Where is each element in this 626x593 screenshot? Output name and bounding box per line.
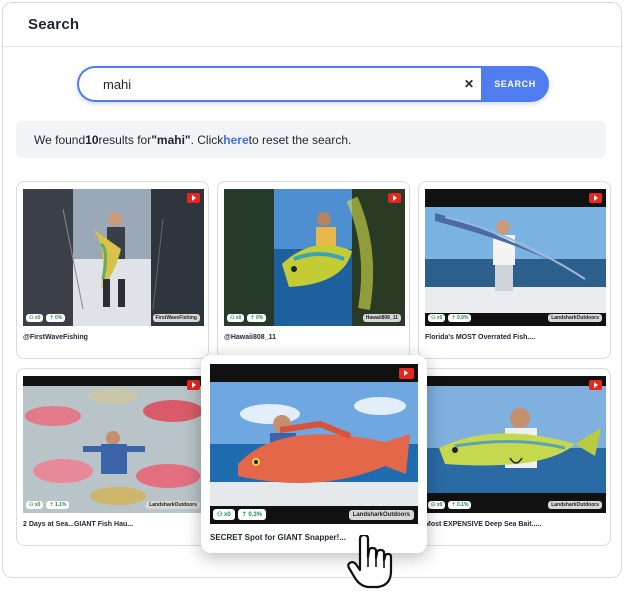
results-count: 10 [85,132,99,147]
youtube-icon [187,193,200,203]
youtube-icon [589,193,602,203]
video-thumbnail[interactable]: ⚇ x0 ⇡ 1.1% LandsharkOutdoors [23,376,204,513]
engagement-stat: ⇡ 0% [46,314,66,322]
video-caption: SECRET Spot for GIANT Snapper!... [210,533,347,542]
video-caption: Florida's MOST Overrated Fish.... [425,334,536,341]
channel-badge: LandsharkOutdoors [146,501,200,509]
channel-badge: FirstWaveFishing [152,314,200,322]
video-caption: @Hawaii808_11 [224,334,276,341]
video-caption: 2 Days at Sea...GIANT Fish Hau... [23,521,134,528]
views-stat: ⚇ x0 [227,314,245,322]
reset-search-link[interactable]: here [223,133,248,147]
engagement-stat: ⇡ 0.1% [448,501,472,509]
views-stat: ⚇ x0 [26,314,44,322]
video-thumbnail[interactable]: ⚇ x0 ⇡ 0.1% LandsharkOutdoors [425,376,606,513]
video-thumbnail[interactable]: ⚇ x0 ⇡ 0% FirstWaveFishing [23,189,204,326]
video-caption: Most EXPENSIVE Deep Sea Bait..... [425,521,542,528]
engagement-stat: ⇡ 0.9% [448,314,472,322]
youtube-icon [589,380,602,390]
search-input[interactable] [77,66,481,102]
hand-pointer-icon [347,535,393,589]
search-button[interactable]: SEARCH [481,66,549,102]
results-middle2: . Click [190,132,224,147]
engagement-stat: ⇡ 0.3% [237,509,267,520]
channel-badge: LandsharkOutdoors [348,510,414,520]
close-icon[interactable]: ✕ [460,75,478,93]
search-bar: ✕ SEARCH [77,66,549,102]
channel-badge: LandsharkOutdoors [548,314,602,322]
video-card[interactable]: ⚇ x0 ⇡ 1.1% LandsharkOutdoors 2 Days at … [16,368,209,546]
results-middle: results for [98,132,152,147]
channel-badge: Hawaii808_11 [362,314,401,322]
video-card[interactable]: ⚇ x0 ⇡ 0.9% LandsharkOutdoors Florida's … [418,181,611,359]
results-query: "mahi" [151,132,191,147]
video-card[interactable]: ⚇ x0 ⇡ 0.1% LandsharkOutdoors Most EXPEN… [418,368,611,546]
youtube-icon [399,368,414,379]
channel-badge: LandsharkOutdoors [548,501,602,509]
views-stat: ⚇ x0 [428,501,446,509]
views-stat: ⚇ x0 [26,501,44,509]
video-caption: @FirstWaveFishing [23,334,88,341]
results-prefix: We found [34,132,86,147]
results-summary: We found 10 results for "mahi" . Click h… [16,121,606,158]
video-card[interactable]: ⚇ x0 ⇡ 0% Hawaii808_11 @Hawaii808_11 [217,181,410,359]
video-card-hovered[interactable]: ⚇ x0 ⇡ 0.3% LandsharkOutdoors SECRET Spo… [201,355,427,553]
views-stat: ⚇ x0 [213,509,235,520]
video-card[interactable]: ⚇ x0 ⇡ 0% FirstWaveFishing @FirstWaveFis… [16,181,209,359]
page-title: Search [28,16,80,33]
video-thumbnail[interactable]: ⚇ x0 ⇡ 0% Hawaii808_11 [224,189,405,326]
panel-header: Search [3,3,621,47]
views-stat: ⚇ x0 [428,314,446,322]
results-suffix: to reset the search. [248,132,352,147]
engagement-stat: ⇡ 1.1% [46,501,70,509]
youtube-icon [187,380,200,390]
video-thumbnail[interactable]: ⚇ x0 ⇡ 0.9% LandsharkOutdoors [425,189,606,326]
video-thumbnail[interactable]: ⚇ x0 ⇡ 0.3% LandsharkOutdoors [210,364,418,524]
youtube-icon [388,193,401,203]
engagement-stat: ⇡ 0% [247,314,267,322]
